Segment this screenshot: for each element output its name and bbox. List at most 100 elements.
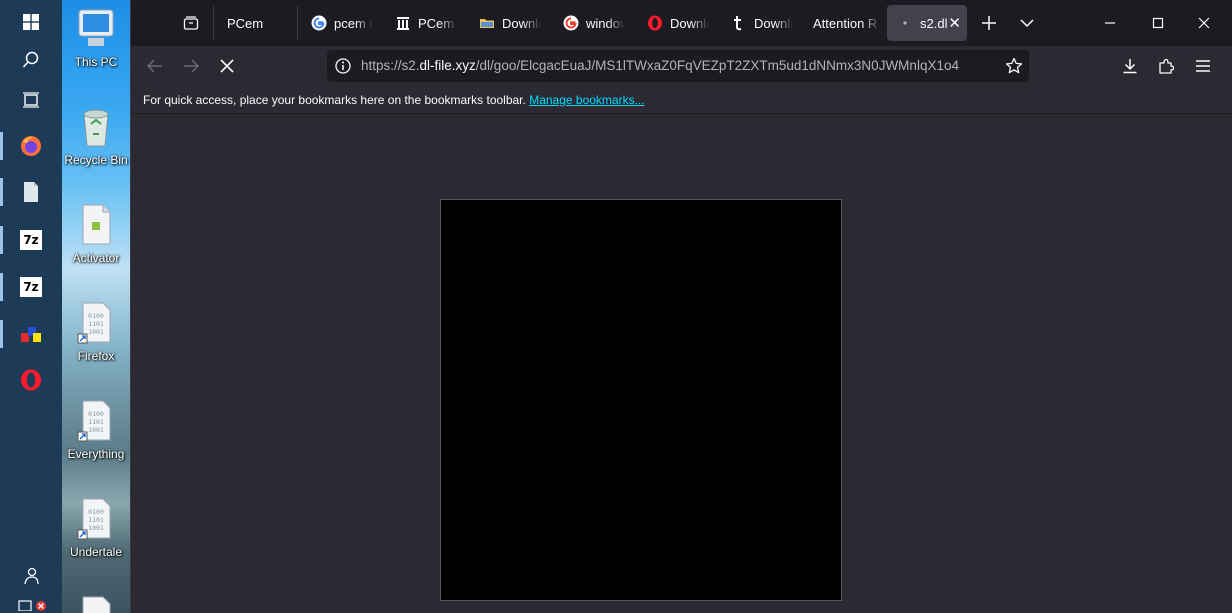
bookmarks-toolbar: For quick access, place your bookmarks h… bbox=[131, 86, 1232, 114]
app-menu-button[interactable] bbox=[1187, 50, 1219, 82]
taskbar-opera[interactable] bbox=[0, 358, 62, 402]
bookmark-star-icon[interactable] bbox=[1005, 57, 1023, 79]
puzzle-piece-icon bbox=[1159, 58, 1174, 74]
taskbar-7zip-2[interactable]: 7z bbox=[0, 265, 62, 309]
desktop-icon-this-pc[interactable]: This PC bbox=[62, 6, 130, 69]
t-icon bbox=[731, 15, 747, 31]
7zip-icon: 7z bbox=[20, 277, 42, 297]
minimize-icon bbox=[1105, 22, 1115, 24]
tab-close-icon[interactable]: ✕ bbox=[948, 14, 961, 32]
close-icon bbox=[1198, 17, 1210, 29]
tab-pcem-wiki[interactable]: PCem \ bbox=[385, 5, 457, 41]
minimize-button[interactable] bbox=[1087, 0, 1133, 46]
desktop-icon-firefox[interactable]: 0100 1101 1001 Firefox bbox=[62, 300, 130, 363]
navigation-toolbar: https://s2.dl-file.xyz/dl/goo/ElcgacEuaJ… bbox=[131, 46, 1232, 86]
7zip-label: 7z bbox=[23, 233, 39, 247]
task-view-icon bbox=[23, 92, 39, 108]
close-window-button[interactable] bbox=[1181, 0, 1227, 46]
chevron-down-icon bbox=[1020, 19, 1034, 28]
forward-button[interactable] bbox=[175, 50, 207, 82]
svg-text:1101: 1101 bbox=[88, 418, 104, 426]
url-path: /dl/goo/ElcgacEuaJ/MS1lTWxaZ0FqVEZpT2ZXT… bbox=[475, 58, 959, 73]
tab-strip: PCem pcem r PCem \ Downlc windov Down bbox=[131, 0, 1232, 46]
tab-title: pcem r bbox=[334, 15, 373, 31]
tab-pcem-search[interactable]: pcem r bbox=[301, 5, 373, 41]
tray-security-icon bbox=[18, 599, 46, 611]
svg-text:1101: 1101 bbox=[88, 516, 104, 524]
7zip-icon: 7z bbox=[20, 230, 42, 250]
site-info-icon[interactable] bbox=[335, 58, 351, 78]
desktop-icon-activator[interactable]: Activator bbox=[62, 202, 130, 265]
tab-title: PCem \ bbox=[418, 15, 457, 31]
tab-title: Downlc bbox=[502, 15, 541, 31]
search-button[interactable] bbox=[0, 38, 62, 82]
desktop-icon-everything[interactable]: 0100 1101 1001 Everything bbox=[62, 398, 130, 461]
tab-windows-search[interactable]: windov bbox=[553, 5, 625, 41]
back-button[interactable] bbox=[139, 50, 171, 82]
google-icon bbox=[563, 15, 579, 31]
tab-title: Downlc bbox=[670, 15, 709, 31]
desktop-icon-label: Firefox bbox=[77, 349, 115, 363]
screen: 7z 7z This PC Recycle Bin Activator 0100… bbox=[0, 0, 1232, 613]
browser-window: PCem pcem r PCem \ Downlc windov Down bbox=[130, 0, 1232, 613]
opera-icon bbox=[21, 369, 41, 391]
maximize-icon bbox=[1152, 17, 1164, 29]
tab-download-2[interactable]: Downlc bbox=[637, 5, 709, 41]
taskbar-7zip-1[interactable]: 7z bbox=[0, 218, 62, 262]
binary-file-shortcut-icon: 010011011001 bbox=[77, 498, 111, 540]
library-icon bbox=[395, 15, 411, 31]
list-all-tabs-button[interactable] bbox=[1004, 0, 1050, 46]
task-view-button[interactable] bbox=[0, 78, 62, 122]
tab-pcem[interactable]: PCem bbox=[217, 5, 297, 41]
binary-file-shortcut-icon: 010011011001 bbox=[77, 400, 111, 442]
7zip-label: 7z bbox=[23, 280, 39, 294]
desktop-icon-label: This PC bbox=[74, 55, 118, 69]
taskbar-app-blocks[interactable] bbox=[0, 312, 62, 356]
svg-text:1001: 1001 bbox=[88, 524, 104, 532]
hamburger-menu-icon bbox=[1196, 60, 1210, 72]
close-icon bbox=[220, 59, 234, 73]
tab-attention[interactable]: Attention R bbox=[803, 5, 881, 41]
desktop-icon-undertale[interactable]: 0100 1101 1001 Undertale bbox=[62, 496, 130, 559]
stop-loading-button[interactable] bbox=[211, 50, 243, 82]
taskbar-file-explorer[interactable] bbox=[0, 170, 62, 214]
tray-icons[interactable] bbox=[0, 592, 62, 613]
tab-title: PCem bbox=[227, 15, 264, 31]
url-bar[interactable]: https://s2.dl-file.xyz/dl/goo/ElcgacEuaJ… bbox=[327, 50, 1029, 82]
arrow-right-icon bbox=[184, 59, 199, 73]
bookmarks-toolbar-message-row: For quick access, place your bookmarks h… bbox=[143, 93, 645, 107]
desktop-icon-label: Activator bbox=[72, 251, 120, 265]
firefox-icon bbox=[21, 136, 41, 156]
firefox-view-button[interactable] bbox=[177, 5, 207, 41]
svg-text:1001: 1001 bbox=[88, 426, 104, 434]
people-icon bbox=[24, 567, 39, 585]
windows-logo-icon bbox=[23, 14, 39, 30]
binary-file-shortcut-icon: 010011011001 bbox=[77, 302, 111, 344]
download-icon bbox=[1123, 59, 1137, 74]
tab-s2-dl-active[interactable]: s2.dl ✕ bbox=[887, 5, 967, 41]
url-host: dl-file.xyz bbox=[419, 58, 476, 73]
svg-text:1001: 1001 bbox=[88, 328, 104, 336]
opera-icon bbox=[647, 15, 663, 31]
tab-title: windov bbox=[586, 15, 625, 31]
extensions-button[interactable] bbox=[1150, 50, 1182, 82]
manage-bookmarks-link[interactable]: Manage bookmarks... bbox=[529, 93, 644, 107]
maximize-button[interactable] bbox=[1135, 0, 1181, 46]
url-text[interactable]: https://s2.dl-file.xyz/dl/goo/ElcgacEuaJ… bbox=[361, 58, 959, 73]
computer-icon bbox=[78, 9, 114, 46]
svg-text:0100: 0100 bbox=[88, 508, 104, 516]
taskbar-firefox[interactable] bbox=[0, 124, 62, 168]
colored-blocks-icon bbox=[21, 327, 41, 342]
tab-download-3[interactable]: Downlc bbox=[721, 5, 793, 41]
desktop-icon-recycle-bin[interactable]: Recycle Bin bbox=[62, 104, 130, 167]
windows-taskbar: 7z 7z bbox=[0, 0, 62, 613]
desktop-icon-partial[interactable] bbox=[62, 594, 130, 613]
loading-media-frame bbox=[440, 199, 842, 601]
tab-title: Attention R bbox=[813, 15, 878, 31]
arrow-left-icon bbox=[147, 59, 162, 73]
desktop-icon-label: Recycle Bin bbox=[64, 153, 128, 167]
svg-text:1101: 1101 bbox=[88, 320, 104, 328]
svg-text:0100: 0100 bbox=[88, 410, 104, 418]
tab-download-1[interactable]: Downlc bbox=[469, 5, 541, 41]
downloads-button[interactable] bbox=[1114, 50, 1146, 82]
